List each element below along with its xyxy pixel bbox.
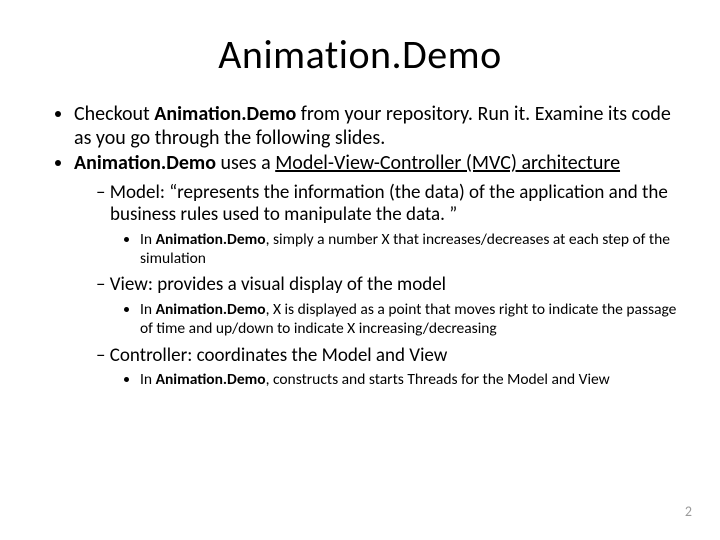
sub-list: Model: “represents the information (the …	[74, 182, 680, 390]
text-bold: Animation.Demo	[154, 102, 296, 126]
text-bold: Animation.Demo	[156, 230, 266, 249]
slide-title: Animation.Demo	[40, 30, 680, 79]
text: In	[140, 370, 156, 389]
sub-controller: Controller: coordinates the Model and Vi…	[96, 345, 680, 390]
text-bold: Animation.Demo	[74, 151, 216, 175]
slide: Animation.Demo Checkout Animation.Demo f…	[0, 0, 720, 540]
text: Checkout	[74, 102, 154, 126]
sub-view: View: provides a visual display of the m…	[96, 274, 680, 338]
text-bold: Animation.Demo	[156, 370, 266, 389]
link-mvc[interactable]: Model-View-Controller (MVC) architecture	[275, 151, 620, 175]
text: uses a	[216, 151, 275, 175]
text-bold: Animation.Demo	[156, 300, 266, 319]
detail-model: In Animation.Demo, simply a number X tha…	[140, 231, 680, 269]
detail-view: In Animation.Demo, X is displayed as a p…	[140, 301, 680, 339]
bullet-checkout: Checkout Animation.Demo from your reposi…	[74, 103, 680, 150]
sub-label: Controller:	[110, 344, 197, 367]
detail-list: In Animation.Demo, simply a number X tha…	[110, 231, 680, 269]
bullet-mvc: Animation.Demo uses a Model-View-Control…	[74, 152, 680, 390]
text: In	[140, 300, 156, 319]
detail-list: In Animation.Demo, constructs and starts…	[110, 371, 680, 390]
text: In	[140, 230, 156, 249]
page-number: 2	[685, 503, 692, 520]
text: coordinates the Model and View	[197, 344, 448, 367]
sub-label: View:	[110, 273, 157, 296]
text: provides a visual display of the model	[157, 273, 446, 296]
detail-list: In Animation.Demo, X is displayed as a p…	[110, 301, 680, 339]
sub-label: Model:	[110, 181, 169, 204]
text: “represents the information (the data) o…	[110, 181, 668, 226]
bullet-list: Checkout Animation.Demo from your reposi…	[40, 103, 680, 390]
sub-model: Model: “represents the information (the …	[96, 182, 680, 269]
text: , constructs and starts Threads for the …	[266, 370, 610, 389]
detail-controller: In Animation.Demo, constructs and starts…	[140, 371, 680, 390]
